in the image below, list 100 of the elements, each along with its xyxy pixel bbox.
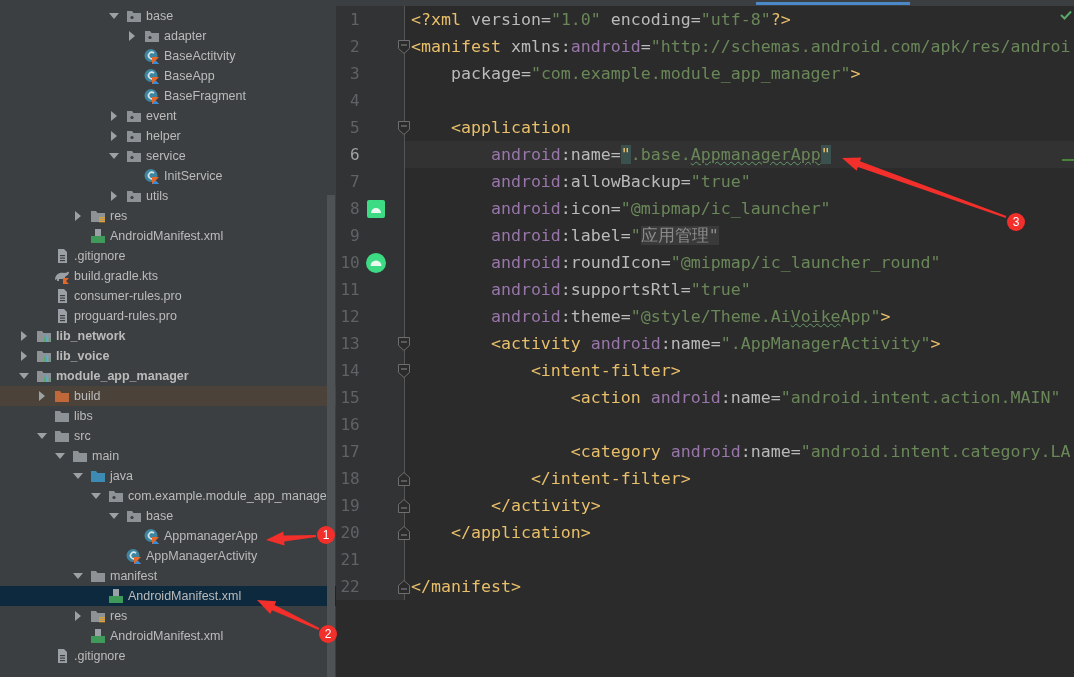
tree-item[interactable]: main [53,446,120,466]
android-icon[interactable] [366,252,387,273]
tree-item[interactable]: java [71,466,133,486]
fold-icon[interactable] [398,579,410,594]
package-icon [108,488,124,504]
kotlin-class-icon [126,548,142,564]
tree-item[interactable]: res [71,606,128,626]
code-line: <application [449,118,571,137]
code-line: android:name=".base.AppmanagerApp" [489,145,831,164]
folder-icon [54,408,70,424]
fold-icon[interactable] [398,336,410,351]
caret-down-icon[interactable] [107,11,121,21]
tree-item[interactable]: event [107,106,177,126]
package-icon [144,28,160,44]
check-icon[interactable] [1060,10,1072,20]
tree-item[interactable]: InitService [125,166,223,186]
caret-down-icon[interactable] [71,471,85,481]
module-icon [36,348,52,364]
fold-icon[interactable] [398,39,410,54]
code-line: <?xml version="1.0" encoding="utf-8"?> [410,10,791,29]
tree-item[interactable]: manifest [71,566,158,586]
folder-icon [54,428,70,444]
code-line: <action android:name="android.intent.action.MAIN" [569,388,1061,407]
kotlin-class-icon [144,88,160,104]
resource-folder-icon [90,208,106,224]
folder-icon [54,388,70,404]
tree-item[interactable]: com.example.module_app_manage [89,486,327,506]
tree-item[interactable]: module_app_manager [17,366,189,386]
tree-item[interactable]: src [35,426,91,446]
code-line: <activity android:name=".AppManagerActivity"> [489,334,941,353]
fold-icon[interactable] [398,363,410,378]
tree-item[interactable]: base [107,6,174,26]
fold-icon[interactable] [398,471,410,486]
resource-folder-icon [90,608,106,624]
package-icon [126,108,142,124]
caret-down-icon[interactable] [107,151,121,161]
kotlin-class-icon [144,168,160,184]
manifest-file-icon [90,228,106,244]
annotation-arrow [257,600,320,630]
code-line: android:roundIcon="@mipmap/ic_launcher_round" [489,253,941,272]
caret-down-icon[interactable] [17,371,31,381]
tree-item[interactable]: AndroidManifest.xml [89,586,242,606]
tree-item[interactable]: base [107,506,174,526]
fold-icon[interactable] [398,120,410,135]
kotlin-class-icon [144,48,160,64]
tree-item[interactable]: res [71,206,128,226]
tree-item[interactable]: utils [107,186,169,206]
tree-item[interactable]: lib_voice [17,346,110,366]
tree-item[interactable]: build.gradle.kts [35,266,159,286]
code-line: android:label="应用管理" [489,224,719,247]
tree-item[interactable]: BaseApp [125,66,215,86]
tree-item[interactable]: .gitignore [35,646,126,666]
code-line: android:icon="@mipmap/ic_launcher" [489,199,831,218]
change-marker [1062,159,1074,161]
package-icon [126,508,142,524]
caret-down-icon[interactable] [89,491,103,501]
scrollbar-thumb[interactable] [327,195,335,677]
tree-item[interactable]: build [35,386,101,406]
tree-item[interactable]: .gitignore [35,246,126,266]
fold-icon[interactable] [398,525,410,540]
kotlin-class-icon [144,68,160,84]
tree-item[interactable]: lib_network [17,326,126,346]
tree-item[interactable]: libs [35,406,93,426]
tree-item[interactable]: service [107,146,186,166]
tree-item[interactable]: AppmanagerApp [125,526,258,546]
manifest-file-icon [108,588,124,604]
tree-item[interactable]: BaseFragment [125,86,246,106]
code-line: android:allowBackup="true" [489,172,751,191]
code-line: </intent-filter> [529,469,691,488]
caret-down-icon[interactable] [107,511,121,521]
package-icon [126,188,142,204]
code-line: package="com.example.module_app_manager"> [449,64,861,83]
tree-item[interactable]: consumer-rules.pro [35,286,182,306]
code-line: <intent-filter> [529,361,681,380]
caret-down-icon[interactable] [35,431,49,441]
tree-item[interactable]: AndroidManifest.xml [71,626,224,646]
annotation-arrow [266,531,317,546]
caret-down-icon[interactable] [53,451,67,461]
line-number: 6 [349,145,360,164]
module-icon [36,368,52,384]
android-icon[interactable] [367,199,386,218]
tree-item[interactable]: AndroidManifest.xml [71,226,224,246]
kotlin-class-icon [144,528,160,544]
code-line: <manifest xmlns:android="http://schemas.android.com/apk/res/androi [410,37,1071,56]
tree-item[interactable]: helper [107,126,181,146]
code-line: android:theme="@style/Theme.AiVoikeApp"> [489,307,891,326]
caret-down-icon[interactable] [71,571,85,581]
tree-item[interactable]: proguard-rules.pro [35,306,177,326]
package-icon [126,8,142,24]
folder-icon [90,568,106,584]
tree-item[interactable]: adapter [125,26,207,46]
package-icon [126,148,142,164]
folder-icon [72,448,88,464]
code-line: </application> [449,523,591,542]
fold-icon[interactable] [398,498,410,513]
tree-item[interactable]: AppManagerActivity [107,546,258,566]
module-icon [36,328,52,344]
tree-item[interactable]: BaseActitvity [125,46,236,66]
folder-icon [90,468,106,484]
manifest-file-icon [90,628,106,644]
